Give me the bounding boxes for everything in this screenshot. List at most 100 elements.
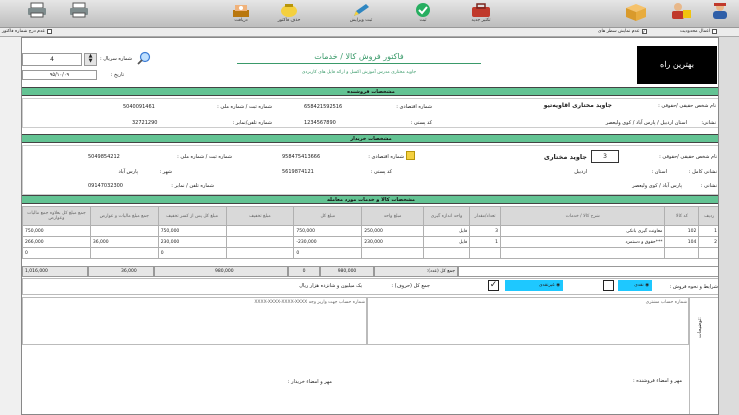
toolbar-delete-button[interactable]: حذف فاکتور	[272, 2, 306, 26]
buyer-phone-value: 09147032300	[88, 183, 123, 189]
buyer-eco-label: شماره اقتصادی :	[368, 154, 404, 160]
search-icon[interactable]	[137, 51, 151, 65]
cell-unit-price[interactable]: 250,000	[361, 225, 424, 237]
seller-account-label: شماره حساب جهت واریز وجه XXXX-XXXX-XXXX-…	[172, 300, 365, 305]
cell-total[interactable]: 0	[293, 247, 363, 259]
cell-qty[interactable]: 1	[469, 236, 501, 248]
column-header: مبلغ کل پس از کسر تخفیف	[157, 206, 227, 226]
toolbar-edit-label: ثبت ویرایش	[349, 18, 373, 23]
toolbar-box-button[interactable]	[619, 2, 653, 26]
cell-net[interactable]: 230,000	[157, 236, 227, 248]
toolbar-lock-button[interactable]	[664, 2, 698, 26]
cell-tax[interactable]	[89, 225, 159, 237]
serial-input[interactable]: 4	[22, 53, 82, 66]
buyer-eco-value: 958475413666	[282, 154, 321, 160]
buyer-code-input[interactable]: 3	[591, 150, 619, 163]
column-header: واحد اندازه گیری	[422, 206, 471, 226]
cell-total[interactable]: -230,000	[293, 236, 363, 248]
cell-discount[interactable]	[225, 225, 295, 237]
toolbar: تکثیر جدید ثبت ثبت ویرایش حذف فاکتور دری…	[0, 0, 739, 28]
cell-unit[interactable]: فایل	[422, 225, 471, 237]
toolbar-edit-button[interactable]: ثبت ویرایش	[344, 2, 378, 26]
total-tax: 36,000	[88, 266, 154, 277]
checkbox-box[interactable]	[47, 29, 53, 34]
print-number-checkbox[interactable]: عدم درج شماره فاکتور	[2, 29, 53, 34]
active-only-checkbox[interactable]: اعمال محدودیت	[680, 29, 718, 34]
cell-net[interactable]: 750,000	[157, 225, 227, 237]
table-row[interactable]: 0 0 0	[22, 247, 718, 259]
checkbox-box[interactable]	[712, 29, 718, 34]
items-section-header: مشخصات کالا و خدمات مورد معامله	[22, 195, 718, 204]
date-label: تاریخ :	[110, 72, 124, 78]
seller-postal-label: کد پستی :	[410, 120, 432, 126]
logo: بهترین راه	[637, 46, 717, 84]
buyer-note-icon[interactable]	[406, 151, 415, 160]
cash-checkbox[interactable]	[603, 280, 614, 291]
total-discount: 0	[288, 266, 320, 277]
cell-grand-total[interactable]: 750,000	[22, 225, 91, 237]
serial-label: شماره سریال :	[100, 56, 132, 62]
cell-total[interactable]: 750,000	[293, 225, 363, 237]
cell-unit-price[interactable]	[361, 247, 424, 259]
cell-grand-total[interactable]: 266,000	[22, 236, 91, 248]
serial-stepper[interactable]: ▲ ▼	[84, 53, 97, 66]
seller-addr-label: نشانی:	[701, 120, 716, 126]
toolbar-new-copy-label: تکثیر جدید	[471, 18, 491, 23]
buyer-name-value: جاوید مختاری	[543, 153, 587, 161]
cell-discount[interactable]	[225, 247, 295, 259]
notes-box	[689, 297, 718, 414]
cash-option[interactable]: ◉ نقدی	[618, 280, 652, 291]
toolbar-receive-button[interactable]: دریافت	[224, 2, 258, 26]
words-checkbox[interactable]: ✓	[488, 280, 499, 291]
table-row[interactable]: 750,000 750,000 750,000 250,000 فایل 3 م…	[22, 225, 718, 237]
column-header: مبلغ تخفیف	[225, 206, 295, 226]
toolbar-receive-label: دریافت	[234, 18, 248, 23]
date-input[interactable]: ۹۵/۱۰/۰۹	[22, 70, 97, 80]
seller-account-caption: شماره حساب جهت واریز وجه	[308, 300, 365, 305]
credit-option[interactable]: ◉ غیرنقدی	[505, 280, 563, 291]
box-icon	[626, 4, 646, 21]
seller-reg-label: شماره ثبت / شماره ملی :	[217, 104, 272, 110]
cell-qty[interactable]: 3	[469, 225, 501, 237]
table-row[interactable]: 266,000 36,000 230,000 -230,000 230,000 …	[22, 236, 718, 248]
cell-code[interactable]	[664, 247, 700, 259]
cell-row-no: 1	[698, 225, 718, 237]
column-header: ردیف	[698, 206, 718, 226]
cell-code[interactable]: 102	[664, 225, 700, 237]
buyer-reg-value: 5049854212	[88, 154, 120, 160]
cell-desc[interactable]	[499, 247, 666, 259]
cell-desc[interactable]: حقوق و دستمزد***	[499, 236, 666, 248]
toolbar-delete-label: حذف فاکتور	[277, 18, 301, 23]
toolbar-new-copy-button[interactable]: تکثیر جدید	[464, 2, 498, 26]
seller-name-value: جاوید مختاری اقاویه‌تیو	[543, 102, 612, 109]
checkbox-box[interactable]: ✓	[641, 29, 647, 34]
cell-discount[interactable]	[225, 236, 295, 248]
buyer-postal-value: 5619874121	[282, 169, 314, 175]
cell-tax[interactable]	[89, 247, 159, 259]
check-icon	[416, 3, 430, 17]
cell-code[interactable]: 104	[664, 236, 700, 248]
cell-unit[interactable]	[422, 247, 471, 259]
toolbar-print2-button[interactable]	[20, 2, 54, 26]
cell-unit-price[interactable]: 230,000	[361, 236, 424, 248]
items-header-row: جمع مبلغ کل بعلاوه جمع مالیات وعوارض جمع…	[22, 206, 718, 226]
cell-grand-total[interactable]: 0	[22, 247, 91, 259]
buyer-account-label: شماره حساب مشتری	[645, 300, 687, 305]
buyer-section-header: مشخصات خریدار	[22, 134, 718, 143]
active-only-label: اعمال محدودیت	[680, 29, 711, 34]
cell-qty[interactable]	[469, 247, 501, 259]
seller-eco-value: 658421592516	[304, 104, 343, 110]
cell-desc[interactable]: معاونت گیری بانکی	[499, 225, 666, 237]
lock-icon	[672, 3, 691, 19]
toolbar-user-button[interactable]	[703, 2, 737, 26]
cell-net[interactable]: 0	[157, 247, 227, 259]
buyer-sign-label: مهر و امضاء خریدار :	[287, 379, 332, 385]
column-header: مبلغ واحد	[361, 206, 424, 226]
column-header: مبلغ کل	[293, 206, 363, 226]
cell-unit[interactable]: فایل	[422, 236, 471, 248]
toolbar-print-button[interactable]	[62, 2, 96, 26]
seller-addr-value: استان اردبیل / پارس آباد / کوی ولیعصر	[605, 120, 687, 126]
show-full-checkbox[interactable]: ✓ عدم نمایش سطر های	[598, 29, 647, 34]
cell-tax[interactable]: 36,000	[89, 236, 159, 248]
toolbar-save-button[interactable]: ثبت	[406, 2, 440, 26]
